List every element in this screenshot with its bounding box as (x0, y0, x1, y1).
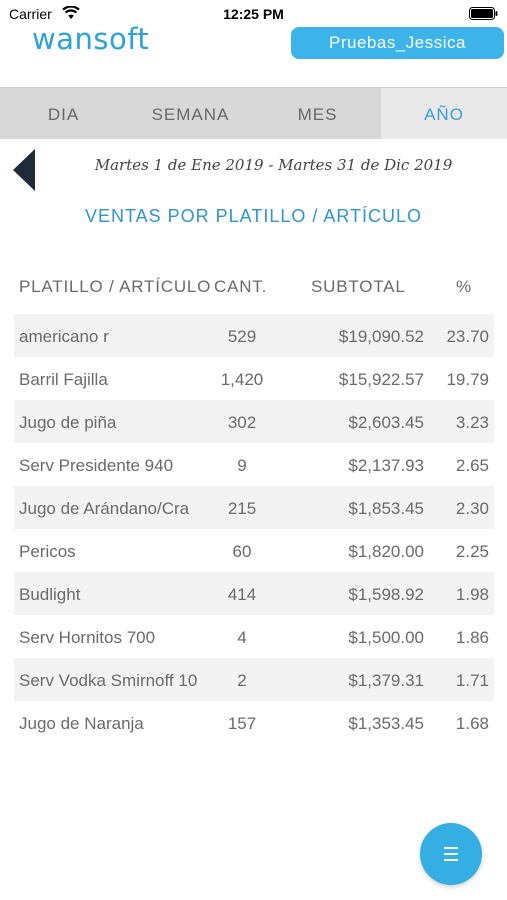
tab-dia[interactable]: DIA (0, 88, 127, 139)
item-name: Jugo de Naranja (19, 714, 144, 733)
battery-icon (469, 7, 498, 20)
item-percent: 1.68 (455, 714, 489, 733)
table-row[interactable]: Jugo de Arándano/Cra 215 $1,853.45 2.30 (14, 486, 494, 529)
item-quantity: 302 (227, 413, 257, 432)
item-percent: 1.98 (455, 585, 489, 604)
tab-ano[interactable]: AÑO (381, 88, 507, 139)
item-percent: 1.86 (455, 628, 489, 647)
item-subtotal: $19,090.52 (338, 327, 424, 346)
item-name: Pericos (19, 542, 76, 561)
item-percent: 2.30 (455, 499, 489, 518)
status-time: 12:25 PM (223, 6, 284, 22)
item-name: Budlight (19, 585, 81, 604)
item-name: Serv Presidente 940 (19, 456, 174, 475)
item-percent: 1.71 (455, 671, 489, 690)
table-row[interactable]: Serv Vodka Smirnoff 10 2 $1,379.31 1.71 (14, 658, 494, 701)
item-quantity: 1,420 (220, 370, 264, 389)
item-quantity: 215 (227, 499, 257, 518)
table-row[interactable]: Budlight 414 $1,598.92 1.98 (14, 572, 494, 615)
item-name: Serv Hornitos 700 (19, 628, 156, 647)
table-row[interactable]: Pericos 60 $1,820.00 2.25 (14, 529, 494, 572)
item-subtotal: $1,500.00 (348, 628, 424, 647)
item-quantity: 2 (237, 671, 247, 690)
date-range: Martes 1 de Ene 2019 - Martes 31 de Dic … (94, 156, 453, 174)
tab-mes[interactable]: MES (254, 88, 381, 139)
report-title: VENTAS POR PLATILLO / ARTÍCULO (84, 206, 423, 226)
item-subtotal: $1,820.00 (348, 542, 424, 561)
table-row[interactable]: Serv Hornitos 700 4 $1,500.00 1.86 (14, 615, 494, 658)
column-header-qty: CANT. (214, 277, 268, 296)
wansoft-logo: wansoft (32, 22, 150, 56)
item-quantity: 4 (237, 628, 247, 647)
item-percent: 2.25 (455, 542, 489, 561)
column-header-item: PLATILLO / ARTÍCULO (19, 277, 211, 296)
item-name: Jugo de Arándano/Cra (19, 499, 190, 518)
item-percent: 3.23 (455, 413, 489, 432)
item-subtotal: $2,137.93 (348, 456, 424, 475)
item-name: Jugo de piña (19, 413, 117, 432)
column-header-percent: % (456, 277, 472, 296)
item-quantity: 529 (227, 327, 257, 346)
item-subtotal: $15,922.57 (338, 370, 424, 389)
item-quantity: 157 (227, 714, 257, 733)
table-row[interactable]: americano r 529 $19,090.52 23.70 (14, 314, 494, 357)
user-account-button[interactable]: Pruebas_Jessica (291, 27, 504, 59)
item-quantity: 414 (227, 585, 257, 604)
item-quantity: 60 (232, 542, 252, 561)
sales-table: americano r 529 $19,090.52 23.70 Barril … (14, 314, 494, 744)
item-quantity: 9 (237, 456, 247, 475)
period-tabs: DIA SEMANA MES AÑO (0, 87, 507, 139)
item-name: americano r (19, 327, 109, 346)
table-row[interactable]: Serv Presidente 940 9 $2,137.93 2.65 (14, 443, 494, 486)
item-percent: 19.79 (446, 370, 489, 389)
item-subtotal: $1,598.92 (348, 585, 424, 604)
table-row[interactable]: Jugo de piña 302 $2,603.45 3.23 (14, 400, 494, 443)
table-row[interactable]: Barril Fajilla 1,420 $15,922.57 19.79 (14, 357, 494, 400)
item-name: Serv Vodka Smirnoff 10 (19, 671, 198, 690)
item-subtotal: $1,379.31 (348, 671, 424, 690)
item-subtotal: $1,353.45 (348, 714, 424, 733)
tab-semana[interactable]: SEMANA (127, 88, 254, 139)
table-header: PLATILLO / ARTÍCULO CANT. SUBTOTAL % (0, 277, 507, 303)
item-percent: 2.65 (455, 456, 489, 475)
item-subtotal: $1,853.45 (348, 499, 424, 518)
column-header-subtotal: SUBTOTAL (311, 277, 406, 296)
item-name: Barril Fajilla (19, 370, 108, 389)
table-row[interactable]: Jugo de Naranja 157 $1,353.45 1.68 (14, 701, 494, 744)
item-percent: 23.70 (446, 327, 489, 346)
item-subtotal: $2,603.45 (348, 413, 424, 432)
menu-fab-button[interactable] (420, 823, 482, 885)
